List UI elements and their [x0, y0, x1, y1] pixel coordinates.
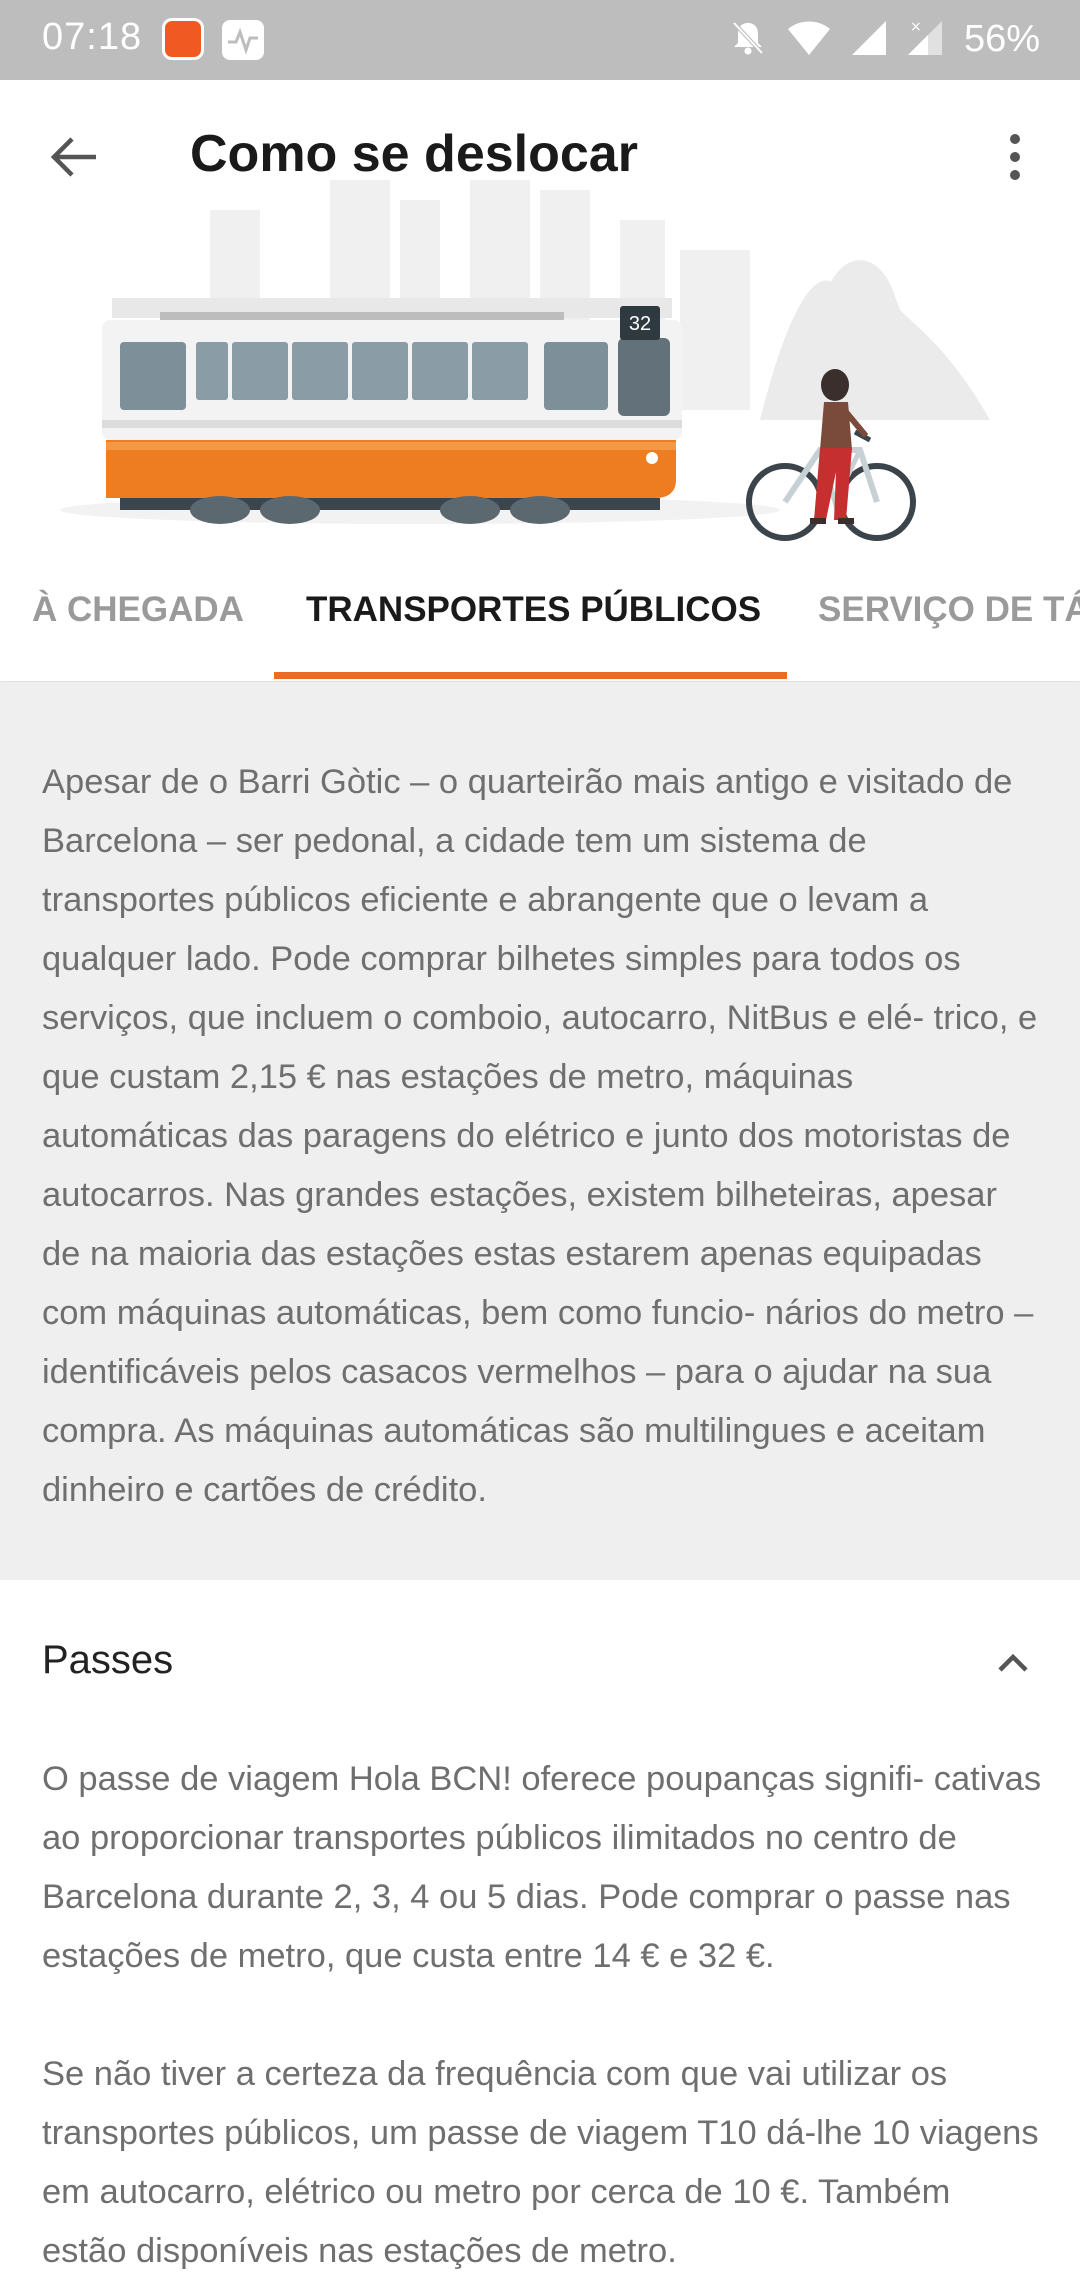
tab-bar: À CHEGADA TRANSPORTES PÚBLICOS SERVIÇO D…	[0, 560, 1080, 682]
tab-arrival[interactable]: À CHEGADA	[32, 590, 244, 630]
status-bar: 07:18 × 56%	[0, 0, 1080, 80]
battery-level: 56%	[963, 17, 1040, 60]
wifi-icon	[786, 17, 832, 62]
svg-text:×: ×	[910, 19, 922, 35]
intro-paragraph: Apesar de o Barri Gòtic – o quarteirão m…	[42, 763, 1038, 1509]
passes-section: Passes O passe de viagem Hola BCN! ofere…	[0, 1580, 1080, 2280]
passes-paragraph: Se não tiver a certeza da frequência com…	[42, 2055, 1039, 2270]
tram-number: 32	[629, 313, 651, 335]
mi-app-icon	[162, 18, 204, 60]
pulse-app-icon	[222, 20, 264, 60]
page-title: Como se deslocar	[190, 125, 638, 183]
tab-public-transport[interactable]: TRANSPORTES PÚBLICOS	[306, 590, 761, 630]
status-time: 07:18	[42, 16, 143, 58]
passes-paragraph: O passe de viagem Hola BCN! oferece poup…	[42, 1760, 1042, 1975]
signal-icon	[850, 17, 888, 62]
passes-heading[interactable]: Passes	[42, 1638, 173, 1683]
intro-section: Apesar de o Barri Gòtic – o quarteirão m…	[0, 683, 1080, 1580]
chevron-up-icon[interactable]	[988, 1638, 1038, 1688]
tram-illustration: 32	[102, 298, 682, 524]
active-tab-indicator	[274, 672, 787, 679]
signal-no-data-icon: ×	[906, 17, 946, 62]
tab-taxi-service[interactable]: SERVIÇO DE TÁ	[818, 590, 1080, 630]
passes-content: O passe de viagem Hola BCN! oferece poup…	[42, 1750, 1042, 2280]
hero-illustration: 32	[0, 180, 1080, 550]
status-icons: × 56%	[728, 14, 1040, 64]
mute-icon	[728, 17, 768, 62]
